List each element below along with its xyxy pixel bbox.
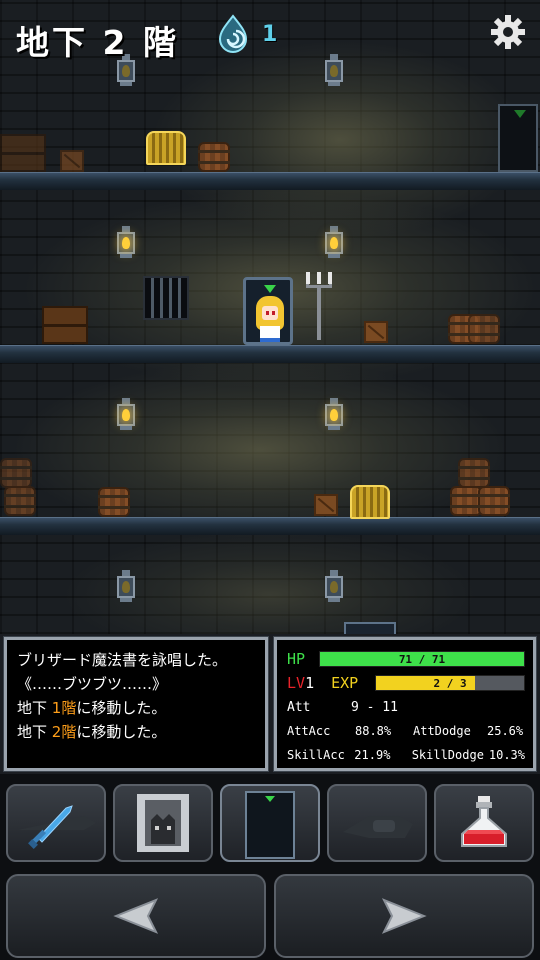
lantern-icon [322, 570, 346, 604]
barrel[interactable] [478, 486, 510, 516]
lantern-icon [322, 54, 346, 88]
soul-count: 1 [262, 22, 278, 47]
barrel[interactable] [468, 314, 500, 344]
arrow-right-icon [381, 898, 427, 934]
skilldodge-value: 10.3% [488, 748, 525, 762]
move-right-button[interactable] [274, 874, 534, 958]
crate[interactable] [314, 494, 338, 516]
attdodge-label: AttDodge [413, 724, 471, 738]
arrow-left-icon [113, 898, 159, 934]
weapon-button[interactable] [6, 784, 106, 862]
log-line: 地下 2階に移動した。 [17, 723, 167, 741]
hp-bar: 71 / 71 [319, 651, 525, 667]
floor-title: 地下 2 階 [16, 23, 179, 62]
treasure-chest[interactable] [350, 485, 390, 519]
soul-icon [218, 14, 248, 53]
lv-label: LV [287, 674, 306, 692]
hero-character [256, 296, 284, 342]
attacc-value: 88.8% [355, 724, 392, 738]
action-bar [0, 774, 540, 960]
exp-bar: 2 / 3 [375, 675, 525, 691]
floor-ledge [0, 172, 540, 190]
hero-door[interactable] [243, 277, 293, 345]
barred-window [143, 276, 189, 320]
potion-icon [461, 796, 507, 847]
shelf [42, 306, 88, 344]
door-button[interactable] [220, 784, 320, 862]
log-line: 《……ブツブツ……》 [17, 675, 168, 693]
treasure-chest[interactable] [146, 131, 186, 165]
monster-icon [137, 794, 189, 852]
lantern-icon [114, 226, 138, 260]
barrel[interactable] [4, 486, 36, 516]
barrel[interactable] [198, 142, 230, 172]
barrel[interactable] [98, 487, 130, 517]
level-row: LV 1 EXP 2 / 3 [287, 672, 525, 694]
move-left-button[interactable] [6, 874, 266, 958]
att-value: 9 - 11 [351, 699, 398, 715]
skillacc-label: SkillAcc [287, 748, 345, 762]
attacc-label: AttAcc [287, 724, 331, 738]
stairs-door[interactable] [344, 622, 396, 634]
lv-value: 1 [305, 674, 315, 692]
lantern-icon [114, 398, 138, 432]
gear-icon[interactable] [490, 14, 526, 50]
info-panels: ブリザード魔法書を詠唱した。 《……ブツブツ……》 地下 1階に移動した。 地下… [0, 634, 540, 774]
floor-ledge [0, 517, 540, 535]
hp-row: HP 71 / 71 [287, 648, 525, 670]
skill-row: SkillAcc 21.9% SkillDodge 10.3% [287, 744, 525, 766]
lantern-icon [322, 398, 346, 432]
crate[interactable] [60, 150, 84, 172]
log-line: 地下 1階に移動した。 [17, 699, 167, 717]
exp-label: EXP [331, 674, 359, 692]
lantern-icon [322, 226, 346, 260]
candelabra [306, 272, 332, 340]
message-log: ブリザード魔法書を詠唱した。 《……ブツブツ……》 地下 1階に移動した。 地下… [3, 636, 269, 772]
potion-button[interactable] [434, 784, 534, 862]
lantern-icon [114, 570, 138, 604]
shelf [0, 134, 46, 172]
barrel[interactable] [0, 458, 32, 488]
hp-label: HP [287, 650, 306, 668]
door-icon [245, 791, 295, 859]
monster-button[interactable] [113, 784, 213, 862]
attdodge-value: 25.6% [487, 724, 524, 738]
stairs-door[interactable] [498, 104, 538, 172]
down-arrow-icon [264, 285, 276, 293]
gauntlet-button[interactable] [327, 784, 427, 862]
skilldodge-label: SkillDodge [411, 748, 484, 762]
skillacc-value: 21.9% [354, 748, 391, 762]
acc-row: AttAcc 88.8% AttDodge 25.6% [287, 720, 525, 742]
crate[interactable] [364, 321, 388, 343]
att-label: Att [287, 699, 311, 715]
dungeon-scene [0, 0, 540, 634]
log-line: ブリザード魔法書を詠唱した。 [17, 651, 228, 669]
hp-text: 71 / 71 [398, 653, 446, 666]
lantern-light [10, 360, 510, 540]
gauntlet-icon [343, 816, 413, 838]
exp-text: 2 / 3 [433, 677, 467, 690]
sword-icon [18, 805, 96, 849]
floor-ledge [0, 345, 540, 363]
stats-panel: HP 71 / 71 LV 1 EXP 2 / 3 Att 9 - 11 Att… [273, 636, 537, 772]
barrel[interactable] [458, 458, 490, 488]
att-row: Att 9 - 11 [287, 696, 525, 718]
